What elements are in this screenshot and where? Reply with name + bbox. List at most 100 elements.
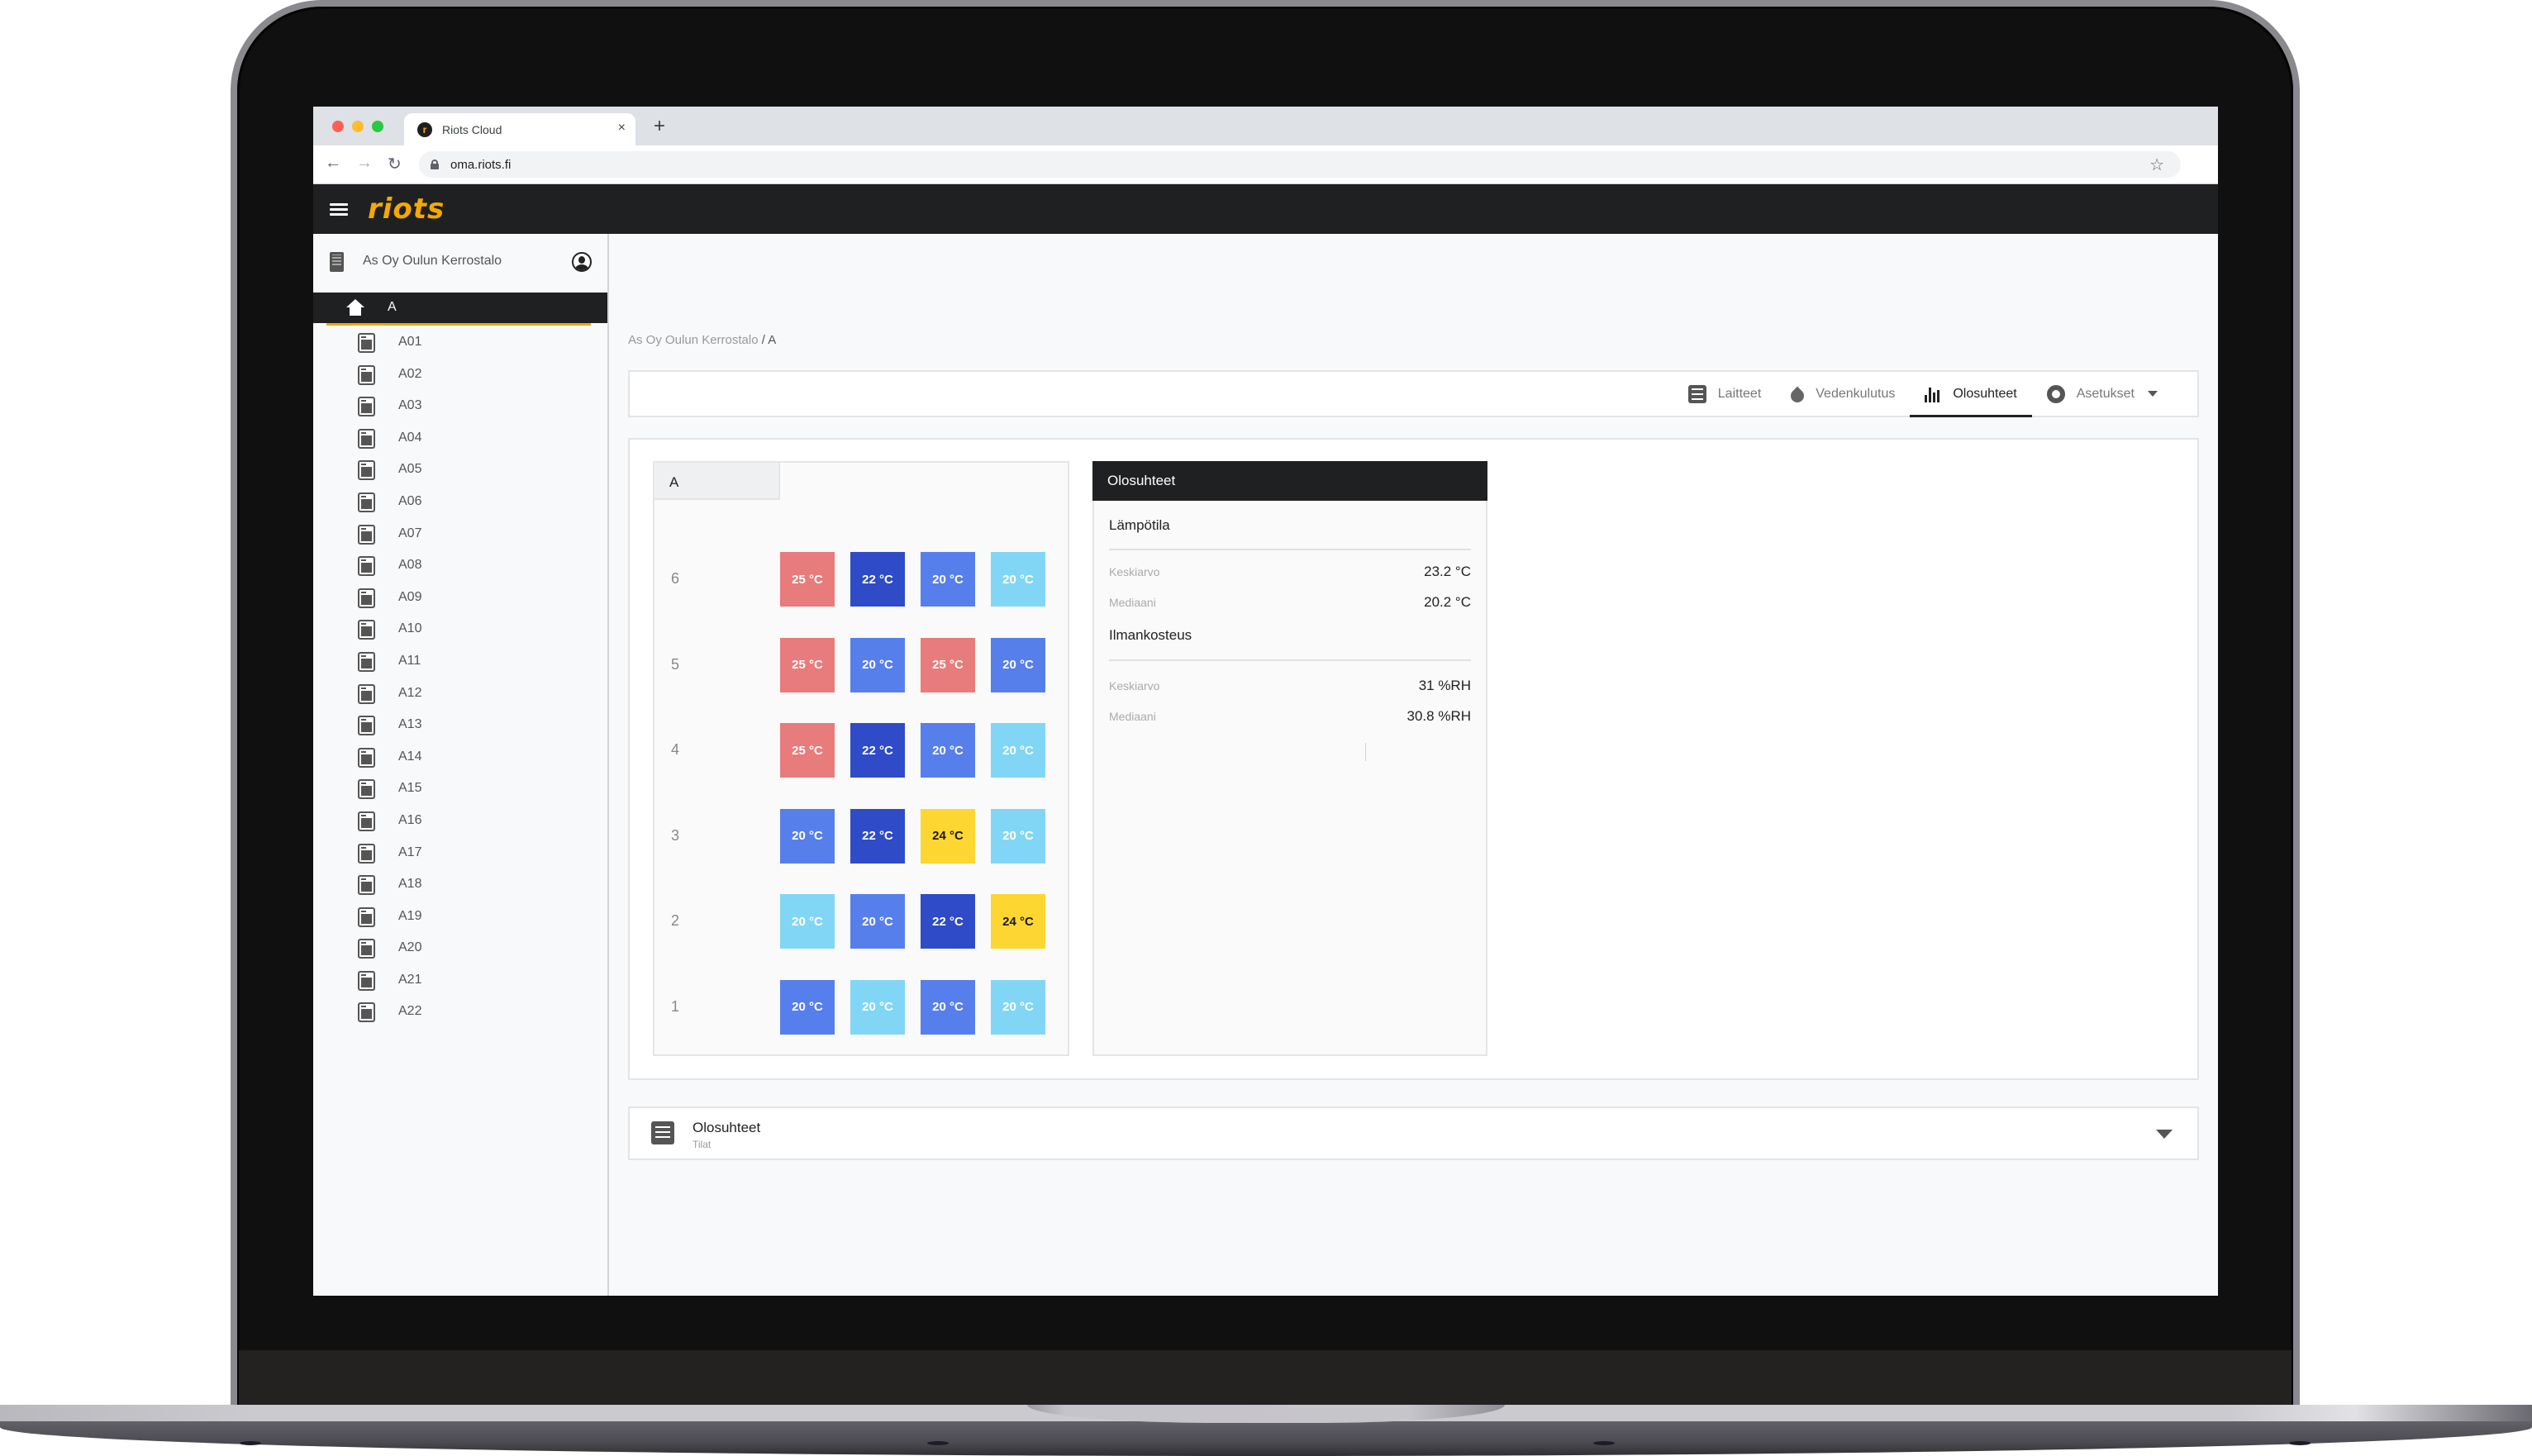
stat-value: 20.2 °C xyxy=(1424,594,1471,610)
laptop-base xyxy=(0,1421,2532,1456)
floor-row: 6 25 °C 22 °C 20 °C 20 °C xyxy=(654,552,1068,607)
room-temperature-tile[interactable]: 22 °C xyxy=(850,723,905,778)
floor-row: 4 25 °C 22 °C 20 °C 20 °C xyxy=(654,723,1068,778)
room-temperature-tile[interactable]: 20 °C xyxy=(921,979,975,1035)
room-temperature-tile[interactable]: 20 °C xyxy=(850,894,905,949)
room-temperature-tile[interactable]: 24 °C xyxy=(921,808,975,864)
breadcrumb-parent[interactable]: As Oy Oulun Kerrostalo xyxy=(628,333,759,347)
conditions-panel: A 6 25 °C 22 °C 20 °C 20 °C 5 25 °C 20 °C 25 °C 2… xyxy=(628,438,2199,1080)
humidity-median-row: Mediaani 30.8 %RH xyxy=(1109,708,1471,728)
floor-number: 6 xyxy=(671,570,680,587)
collapse-title: Olosuhteet xyxy=(692,1120,761,1135)
room-temperature-tile[interactable]: 20 °C xyxy=(991,723,1045,778)
bar-chart-icon xyxy=(1925,386,1941,402)
gear-icon xyxy=(2046,384,2065,403)
main-content: As Oy Oulun Kerrostalo / A Laitteet Vede… xyxy=(313,184,2218,1296)
room-temperature-tile[interactable]: 20 °C xyxy=(921,552,975,607)
room-temperature-tile[interactable]: 25 °C xyxy=(780,637,835,692)
maximize-window-button[interactable] xyxy=(372,121,383,132)
browser-window: r Riots Cloud × + ← → ↻ oma.riots.fi ☆ r… xyxy=(313,107,2218,1296)
room-temperature-tile[interactable]: 22 °C xyxy=(850,552,905,607)
new-tab-button[interactable]: + xyxy=(654,115,665,138)
url-text: oma.riots.fi xyxy=(450,157,512,172)
room-temperature-tile[interactable]: 20 °C xyxy=(921,723,975,778)
room-temperature-tile[interactable]: 24 °C xyxy=(991,894,1045,949)
bookmark-star-icon[interactable]: ☆ xyxy=(2149,155,2164,175)
room-temperature-tile[interactable]: 20 °C xyxy=(780,894,835,949)
floor-row: 2 20 °C 20 °C 22 °C 24 °C xyxy=(654,894,1068,949)
forward-icon[interactable]: → xyxy=(356,154,373,173)
floor-number: 3 xyxy=(671,826,680,844)
room-temperature-tile[interactable]: 20 °C xyxy=(850,979,905,1035)
chevron-down-icon xyxy=(2148,391,2158,397)
tab-label: Asetukset xyxy=(2076,386,2135,401)
list-icon xyxy=(651,1121,674,1144)
room-temperature-tile[interactable]: 25 °C xyxy=(780,552,835,607)
tab-olosuhteet[interactable]: Olosuhteet xyxy=(1910,372,2033,417)
room-temperature-tile[interactable]: 20 °C xyxy=(780,979,835,1035)
breadcrumb-current: A xyxy=(768,333,777,347)
building-heatmap: A 6 25 °C 22 °C 20 °C 20 °C 5 25 °C 20 °C 25 °C 2… xyxy=(653,461,1069,1056)
tab-label: Olosuhteet xyxy=(1953,386,2017,401)
building-label: A xyxy=(654,463,780,500)
summary-title: Olosuhteet xyxy=(1092,461,1487,501)
list-icon xyxy=(1687,384,1706,403)
laptop-foot xyxy=(1593,1441,1615,1445)
room-temperature-tile[interactable]: 25 °C xyxy=(780,723,835,778)
humidity-heading: Ilmankosteus xyxy=(1109,627,1192,643)
laptop-foot xyxy=(240,1441,261,1445)
close-window-button[interactable] xyxy=(332,121,344,132)
address-bar-row: ← → ↻ oma.riots.fi ☆ xyxy=(313,145,2218,184)
expand-caret-icon[interactable] xyxy=(2156,1130,2173,1139)
temperature-heading: Lämpötila xyxy=(1109,517,1170,533)
text-cursor xyxy=(1365,743,1366,761)
breadcrumb-separator: / xyxy=(758,333,769,347)
room-temperature-tile[interactable]: 20 °C xyxy=(991,637,1045,692)
spaces-collapse-panel[interactable]: Olosuhteet Tilat xyxy=(628,1106,2199,1160)
close-tab-icon[interactable]: × xyxy=(618,121,626,136)
floor-row: 3 20 °C 22 °C 24 °C 20 °C xyxy=(654,808,1068,864)
stat-label: Mediaani xyxy=(1109,596,1156,609)
floor-number: 4 xyxy=(671,741,680,758)
room-temperature-tile[interactable]: 22 °C xyxy=(850,808,905,864)
divider xyxy=(1109,659,1471,661)
back-icon[interactable]: ← xyxy=(325,154,341,173)
room-temperature-tile[interactable]: 20 °C xyxy=(991,552,1045,607)
stat-label: Mediaani xyxy=(1109,710,1156,723)
water-drop-icon xyxy=(1791,385,1804,403)
floor-number: 5 xyxy=(671,655,680,673)
room-temperature-tile[interactable]: 20 °C xyxy=(780,808,835,864)
room-temperature-tile[interactable]: 20 °C xyxy=(850,637,905,692)
url-input[interactable]: oma.riots.fi ☆ xyxy=(419,151,2181,178)
tab-label: Vedenkulutus xyxy=(1816,386,1896,401)
tab-asetukset[interactable]: Asetukset xyxy=(2032,372,2173,416)
laptop-foot xyxy=(2289,1441,2311,1445)
tab-vedenkulutus[interactable]: Vedenkulutus xyxy=(1776,372,1910,416)
floor-row: 5 25 °C 20 °C 25 °C 20 °C xyxy=(654,637,1068,692)
room-temperature-tile[interactable]: 20 °C xyxy=(991,808,1045,864)
floor-number: 2 xyxy=(671,912,680,929)
minimize-window-button[interactable] xyxy=(352,121,364,132)
lock-icon xyxy=(431,159,439,169)
laptop-chin xyxy=(239,1350,2292,1408)
collapse-subtitle: Tilat xyxy=(692,1139,712,1150)
floor-row: 1 20 °C 20 °C 20 °C 20 °C xyxy=(654,979,1068,1035)
room-temperature-tile[interactable]: 22 °C xyxy=(921,894,975,949)
divider xyxy=(1109,549,1471,550)
room-temperature-tile[interactable]: 20 °C xyxy=(991,979,1045,1035)
riots-favicon-icon: r xyxy=(417,122,432,137)
stat-value: 23.2 °C xyxy=(1424,564,1471,579)
temperature-mean-row: Keskiarvo 23.2 °C xyxy=(1109,564,1471,583)
tab-laitteet[interactable]: Laitteet xyxy=(1673,372,1776,416)
stat-label: Keskiarvo xyxy=(1109,565,1160,578)
room-temperature-tile[interactable]: 25 °C xyxy=(921,637,975,692)
browser-tab[interactable]: r Riots Cloud × xyxy=(404,113,635,146)
conditions-summary-card: Olosuhteet Lämpötila Keskiarvo 23.2 °C M… xyxy=(1092,461,1487,1056)
laptop-foot xyxy=(927,1441,949,1445)
humidity-mean-row: Keskiarvo 31 %RH xyxy=(1109,678,1471,697)
stat-value: 30.8 %RH xyxy=(1406,708,1471,724)
reload-icon[interactable]: ↻ xyxy=(388,154,402,174)
tab-label: Laitteet xyxy=(1717,386,1762,401)
section-tabs-bar: Laitteet Vedenkulutus Olosuhteet Asetuks… xyxy=(628,370,2199,417)
stat-value: 31 %RH xyxy=(1418,678,1471,693)
